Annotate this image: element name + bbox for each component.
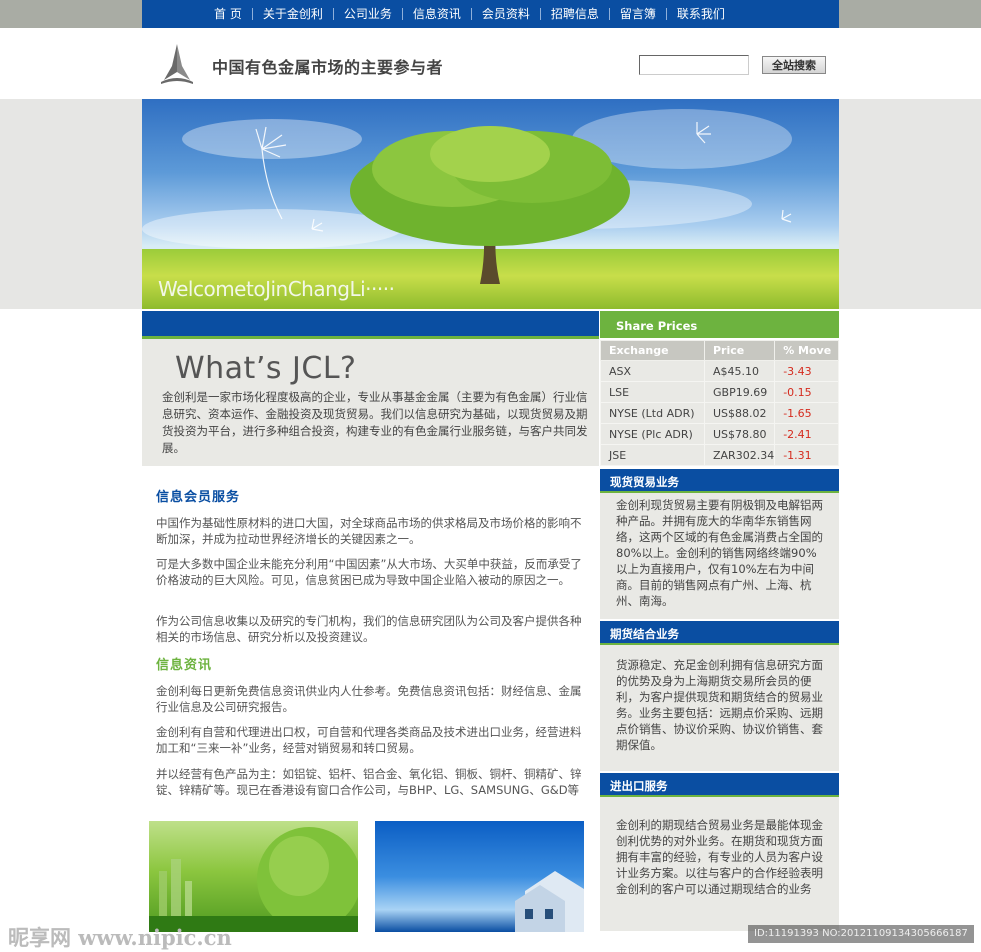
company-slogan: 中国有色金属市场的主要参与者 bbox=[212, 58, 444, 77]
move-cell: -2.41 bbox=[774, 423, 839, 445]
move-cell: -1.31 bbox=[774, 444, 839, 466]
exchange-cell: NYSE (Ltd ADR) bbox=[600, 402, 705, 424]
nav-members[interactable]: 会员资料 bbox=[472, 7, 540, 21]
exchange-cell: LSE bbox=[600, 381, 705, 403]
watermark-id: ID:11191393 NO:20121109134305666187 bbox=[748, 925, 974, 943]
main-nav: 首 页 关于金创利 公司业务 信息资讯 会员资料 招聘信息 留言簿 联系我们 bbox=[142, 0, 839, 28]
green-orange-illustration bbox=[149, 827, 358, 932]
share-prices-table: Exchange Price % Move ASX A$45.10 -3.43 … bbox=[600, 340, 839, 466]
exchange-cell: NYSE (Plc ADR) bbox=[600, 423, 705, 445]
table-row: ASX A$45.10 -3.43 bbox=[600, 360, 839, 382]
spot-trade-text: 金创利现货贸易主要有阴极铜及电解铝两种产品。并拥有庞大的华南华东销售网络，这两个… bbox=[616, 498, 823, 608]
column-header-move: % Move bbox=[774, 340, 839, 361]
member-service-paragraph: 可是大多数中国企业未能充分利用“中国因素”从大市场、大买单中获益，反而承受了价格… bbox=[156, 557, 582, 587]
futures-business-box: 货源稳定、充足金创利拥有信息研究方面的优势及身为上海期货交易所会员的便利，为客户… bbox=[600, 645, 839, 771]
banner-welcome-text: WelcometoJinChangLi····· bbox=[158, 277, 395, 301]
member-service-title[interactable]: 信息会员服务 bbox=[156, 486, 240, 505]
table-row: NYSE (Plc ADR) US$78.80 -2.41 bbox=[600, 423, 839, 445]
price-cell: US$88.02 bbox=[703, 402, 776, 424]
price-cell: US$78.80 bbox=[703, 423, 776, 445]
member-service-paragraph: 作为公司信息收集以及研究的专门机构，我们的信息研究团队为公司及客户提供各种相关的… bbox=[156, 614, 582, 644]
news-paragraph: 并以经营有色产品为主：如铝锭、铝杆、铝合金、氧化铝、铜板、铜杆、铜精矿、锌锭、锌… bbox=[156, 767, 582, 797]
member-service-paragraph: 中国作为基础性原材料的进口大国，对全球商品市场的供求格局及市场价格的影响不断加深… bbox=[156, 516, 582, 546]
import-export-title[interactable]: 进出口服务 bbox=[600, 773, 839, 795]
table-row: NYSE (Ltd ADR) US$88.02 -1.65 bbox=[600, 402, 839, 424]
green-city-photo bbox=[149, 821, 358, 932]
import-export-text: 金创利的期现结合贸易业务是最能体现金创利优势的对外业务。在期货和现货方面拥有丰富… bbox=[616, 818, 823, 896]
news-paragraph: 金创利每日更新免费信息资讯供业内人仕参考。免费信息资讯包括：财经信息、金属行业信… bbox=[156, 684, 582, 714]
import-export-box: 金创利的期现结合贸易业务是最能体现金创利优势的对外业务。在期货和现货方面拥有丰富… bbox=[600, 797, 839, 931]
move-cell: -0.15 bbox=[774, 381, 839, 403]
move-cell: -3.43 bbox=[774, 360, 839, 382]
futures-business-title[interactable]: 期货结合业务 bbox=[600, 621, 839, 643]
price-cell: ZAR302.34 bbox=[703, 444, 776, 466]
nav-news[interactable]: 信息资讯 bbox=[403, 7, 471, 21]
company-logo-icon[interactable] bbox=[158, 42, 196, 86]
exchange-cell: ASX bbox=[600, 360, 705, 382]
table-row: JSE ZAR302.34 -1.31 bbox=[600, 444, 839, 466]
news-title[interactable]: 信息资讯 bbox=[156, 654, 212, 673]
intro-text: 金创利是一家市场化程度极高的企业，专业从事基金金属（主要为有色金属）行业信息研究… bbox=[162, 390, 588, 455]
share-prices-title: Share Prices bbox=[600, 311, 839, 338]
site-search-button[interactable]: 全站搜索 bbox=[762, 56, 826, 74]
header: 中国有色金属市场的主要参与者 全站搜索 bbox=[142, 28, 839, 99]
nav-jobs[interactable]: 招聘信息 bbox=[541, 7, 609, 21]
nav-guestbook[interactable]: 留言簿 bbox=[610, 7, 666, 21]
content-top-bar bbox=[142, 311, 599, 336]
spot-trade-box: 金创利现货贸易主要有阴极铜及电解铝两种产品。并拥有庞大的华南华东销售网络，这两个… bbox=[600, 493, 839, 619]
move-cell: -1.65 bbox=[774, 402, 839, 424]
hero-banner: WelcometoJinChangLi····· bbox=[142, 99, 839, 309]
nav-business[interactable]: 公司业务 bbox=[334, 7, 402, 21]
column-header-exchange: Exchange bbox=[600, 340, 705, 361]
price-cell: GBP19.69 bbox=[703, 381, 776, 403]
news-paragraph: 金创利有自营和代理进出口权，可自营和代理各类商品及技术进出口业务，经营进料加工和… bbox=[156, 725, 582, 755]
nav-home[interactable]: 首 页 bbox=[204, 7, 252, 21]
table-row: LSE GBP19.69 -0.15 bbox=[600, 381, 839, 403]
column-header-price: Price bbox=[703, 340, 776, 361]
exchange-cell: JSE bbox=[600, 444, 705, 466]
intro-title: What’s JCL? bbox=[175, 351, 357, 386]
house-illustration bbox=[515, 871, 584, 932]
price-cell: A$45.10 bbox=[703, 360, 776, 382]
nav-contact[interactable]: 联系我们 bbox=[667, 7, 735, 21]
table-header-row: Exchange Price % Move bbox=[600, 340, 839, 361]
spot-trade-title[interactable]: 现货贸易业务 bbox=[600, 469, 839, 491]
search-input[interactable] bbox=[639, 55, 749, 75]
intro-section: What’s JCL? 金创利是一家市场化程度极高的企业，专业从事基金金属（主要… bbox=[142, 339, 599, 466]
blue-house-photo bbox=[375, 821, 584, 932]
nav-about[interactable]: 关于金创利 bbox=[253, 7, 333, 21]
page-container: 首 页 关于金创利 公司业务 信息资讯 会员资料 招聘信息 留言簿 联系我们 中… bbox=[142, 0, 839, 952]
watermark-logo: 昵享网 www.nipic.cn bbox=[8, 925, 232, 950]
futures-business-text: 货源稳定、充足金创利拥有信息研究方面的优势及身为上海期货交易所会员的便利，为客户… bbox=[616, 658, 823, 752]
